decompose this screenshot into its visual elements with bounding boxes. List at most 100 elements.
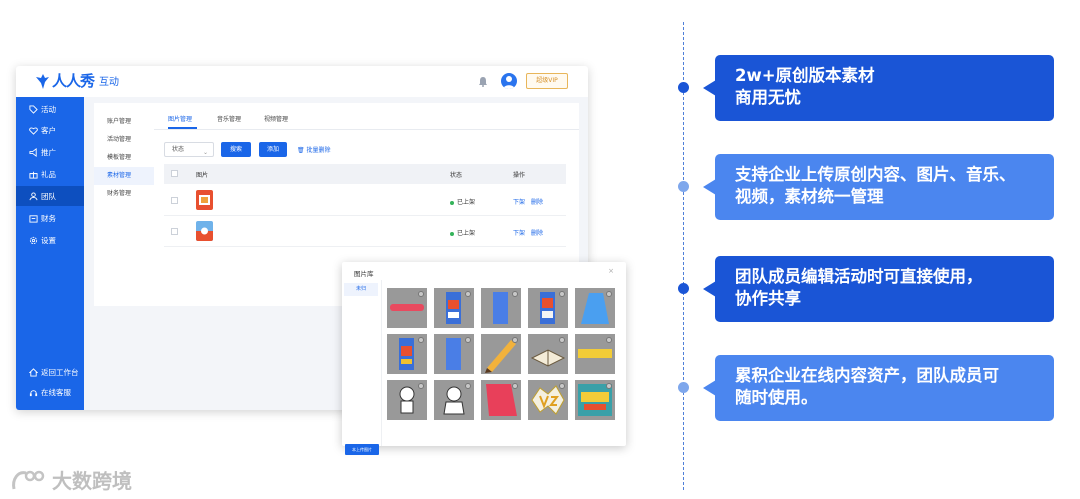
gift-icon xyxy=(29,171,38,179)
delete-link[interactable]: 删除 xyxy=(531,228,543,237)
submenu-activity[interactable]: 活动管理 xyxy=(94,131,154,149)
status-filter-value: 状态 xyxy=(172,146,185,153)
image-tile-yellow-banner[interactable] xyxy=(575,334,615,374)
tile-select-checkbox[interactable] xyxy=(465,383,471,389)
sidebar-item-online-service[interactable]: 在线客服 xyxy=(16,382,84,402)
tab-music[interactable]: 音乐管理 xyxy=(217,114,241,123)
select-all-checkbox[interactable] xyxy=(171,170,178,177)
sidebar-item-label: 团队 xyxy=(41,191,56,201)
tile-select-checkbox[interactable] xyxy=(606,291,612,297)
sidebar-item-label: 推广 xyxy=(41,147,56,157)
logo-name: 人人秀 xyxy=(52,72,95,90)
timeline-dot xyxy=(678,82,689,93)
image-tile-poster[interactable] xyxy=(434,288,474,328)
sidebar-item-finance[interactable]: 财务 xyxy=(16,208,84,228)
feature-line-2: 商用无忧 xyxy=(735,88,801,107)
logo[interactable]: 人人秀 互动 xyxy=(34,70,119,91)
unlist-link[interactable]: 下架 xyxy=(513,197,525,206)
tile-select-checkbox[interactable] xyxy=(465,291,471,297)
status-text: 已上架 xyxy=(457,199,476,206)
chevron-down-icon: ⌄ xyxy=(202,149,208,156)
tile-select-checkbox[interactable] xyxy=(606,383,612,389)
user-icon xyxy=(29,191,38,200)
submenu-account[interactable]: 账户管理 xyxy=(94,113,154,131)
gear-icon xyxy=(29,236,38,244)
tile-select-checkbox[interactable] xyxy=(418,291,424,297)
upload-image-button[interactable]: 本上传图片 xyxy=(345,444,379,455)
status-dot xyxy=(450,231,454,236)
sidebar-item-label: 返回工作台 xyxy=(41,367,79,377)
image-tile-blue-card-2[interactable] xyxy=(434,334,474,374)
feature-line-1: 累积企业在线内容资产，团队成员可 xyxy=(735,366,999,385)
timeline-dot xyxy=(678,382,689,393)
column-header-actions: 操作 xyxy=(513,172,526,179)
unlist-link[interactable]: 下架 xyxy=(513,228,525,237)
image-tile-blue-shape[interactable] xyxy=(575,288,615,328)
tile-select-checkbox[interactable] xyxy=(465,337,471,343)
image-tile-banner[interactable] xyxy=(387,288,427,328)
image-tile-poster-3[interactable] xyxy=(387,334,427,374)
sidebar-item-promotion[interactable]: 推广 xyxy=(16,142,84,162)
feature-line-2: 协作共享 xyxy=(735,289,801,308)
thumbnail-image[interactable] xyxy=(196,221,213,241)
column-header-image: 图片 xyxy=(196,172,209,179)
feature-line-2: 随时使用。 xyxy=(735,388,818,407)
sidebar-item-gifts[interactable]: 礼品 xyxy=(16,164,84,184)
status-filter-select[interactable]: 状态 ⌄ xyxy=(164,142,214,157)
sidebar-item-back-workspace[interactable]: 返回工作台 xyxy=(16,362,84,382)
sidebar-item-settings[interactable]: 设置 xyxy=(16,230,84,250)
headset-icon xyxy=(29,389,38,396)
bird-logo-icon xyxy=(36,73,49,89)
search-button[interactable]: 搜索 xyxy=(221,142,251,157)
close-icon[interactable]: × xyxy=(608,267,614,275)
delete-link[interactable]: 删除 xyxy=(531,197,543,206)
vip-badge[interactable]: 超级VIP xyxy=(526,73,568,89)
image-library-dialog: 图片库 × 未归 本上传图片 xyxy=(342,262,626,455)
image-tile-pencil[interactable] xyxy=(481,334,521,374)
tab-video[interactable]: 视频管理 xyxy=(264,114,288,123)
row-checkbox[interactable] xyxy=(171,197,178,204)
add-button[interactable]: 添加 xyxy=(259,142,287,157)
avatar[interactable] xyxy=(501,73,517,89)
dialog-title: 图片库 xyxy=(354,270,374,278)
tab-images[interactable]: 图片管理 xyxy=(168,114,192,123)
image-tile-poster-2[interactable] xyxy=(528,288,568,328)
sidebar-item-team[interactable]: 团队 xyxy=(16,186,84,206)
sidebar-item-label: 设置 xyxy=(41,235,56,245)
tile-select-checkbox[interactable] xyxy=(559,383,565,389)
tile-select-checkbox[interactable] xyxy=(512,291,518,297)
sidebar-item-label: 客户 xyxy=(41,125,56,135)
watermark-text: 大数跨境 xyxy=(52,469,132,493)
tile-select-checkbox[interactable] xyxy=(559,337,565,343)
sidebar-item-customers[interactable]: 客户 xyxy=(16,120,84,140)
tile-select-checkbox[interactable] xyxy=(512,337,518,343)
image-tile-red-shape[interactable] xyxy=(481,380,521,420)
image-tile-character-2[interactable] xyxy=(434,380,474,420)
wallet-icon xyxy=(29,214,38,223)
folder-item-uncategorized[interactable]: 未归 xyxy=(344,283,378,296)
image-tile-book[interactable] xyxy=(528,334,568,374)
feature-card-original-material: 2w+原创版本素材 商用无忧 xyxy=(715,55,1054,121)
row-checkbox[interactable] xyxy=(171,228,178,235)
tile-select-checkbox[interactable] xyxy=(606,337,612,343)
image-tile-vs[interactable] xyxy=(528,380,568,420)
image-tile-promo[interactable] xyxy=(575,380,615,420)
watermark-logo-icon xyxy=(12,470,45,489)
tile-select-checkbox[interactable] xyxy=(418,383,424,389)
submenu-finance[interactable]: 财务管理 xyxy=(94,185,154,203)
tile-select-checkbox[interactable] xyxy=(559,291,565,297)
logo-subtitle: 互动 xyxy=(99,77,120,88)
image-tile-character[interactable] xyxy=(387,380,427,420)
submenu-material[interactable]: 素材管理 xyxy=(94,167,154,185)
status-cell: 已上架 xyxy=(450,197,475,206)
bell-icon[interactable] xyxy=(478,76,488,87)
timeline-dot xyxy=(678,181,689,192)
tile-select-checkbox[interactable] xyxy=(512,383,518,389)
top-bar: 人人秀 互动 超级VIP xyxy=(16,66,588,97)
image-tile-blue-card[interactable] xyxy=(481,288,521,328)
thumbnail-image[interactable] xyxy=(196,190,213,210)
sidebar-item-activity[interactable]: 活动 xyxy=(16,99,84,119)
tile-select-checkbox[interactable] xyxy=(418,337,424,343)
batch-delete-link[interactable]: 🗑 批量删除 xyxy=(297,145,331,154)
submenu-template[interactable]: 模板管理 xyxy=(94,149,154,167)
